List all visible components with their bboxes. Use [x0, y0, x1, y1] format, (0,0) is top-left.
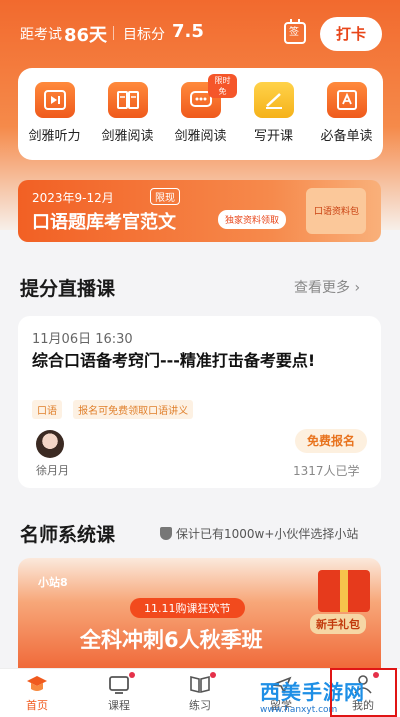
nav-practice[interactable]: 练习 [165, 672, 235, 713]
course-tag: 报名可免费领取口语讲义 [73, 400, 194, 419]
learner-count: 1317人已学 [293, 464, 360, 478]
banner-tag: 限现 [150, 188, 180, 205]
exam-countdown-label: 距考试 [20, 27, 62, 43]
nav-label: 课程 [108, 699, 130, 712]
nav-home[interactable]: 首页 [2, 673, 72, 713]
quick-nav-card: 剑雅听力 剑雅阅读 限时免 剑雅阅读 写开课 必备单读 [18, 68, 383, 160]
course-tag: 口语 [32, 400, 62, 419]
nav-courses[interactable]: 课程 [84, 672, 154, 713]
top-bar: 距考试 86天 目标分 7.5 签 打卡 [0, 0, 400, 62]
nav-label: 首页 [26, 699, 48, 712]
promo-brand: 小站8 [38, 576, 68, 589]
quick-nav-reading-2[interactable]: 限时免 剑雅阅读 [164, 74, 237, 144]
teacher-avatar [36, 430, 64, 458]
course-title: 综合口语备考窍门---精准打击备考要点! [32, 351, 316, 370]
tv-icon [108, 672, 135, 695]
checkin-button[interactable]: 打卡 [320, 17, 382, 51]
target-score-value[interactable]: 7.5 [172, 21, 204, 42]
teacher-name: 徐月月 [36, 464, 69, 477]
live-section-title: 提分直播课 [20, 278, 116, 300]
quick-nav-label: 剑雅阅读 [101, 129, 154, 144]
banner-claim-button[interactable]: 独家资料领取 [218, 210, 287, 229]
banner-date: 2023年9-12月 [32, 191, 114, 205]
book-open-icon [189, 672, 216, 695]
system-section-title: 名师系统课 [20, 524, 116, 546]
see-more-label: 查看更多 [294, 280, 350, 296]
nav-label: 练习 [189, 699, 211, 712]
speaking-banner[interactable]: 2023年9-12月 限现 口语题库考官范文 独家资料领取 口语资料包 [18, 180, 381, 242]
quick-nav-label: 剑雅阅读 [174, 129, 227, 144]
quick-nav-writing[interactable]: 写开课 [237, 82, 310, 144]
live-course-card[interactable]: 11月06日 16:30 综合口语备考窍门---精准打击备考要点! 口语 报名可… [18, 316, 381, 488]
quick-nav-label: 写开课 [253, 129, 293, 144]
gift-box-icon [318, 570, 370, 612]
target-score-label: 目标分 [123, 27, 165, 43]
guarantee-label: 保计已有1000w+小伙伴选择小站 [176, 527, 359, 541]
play-icon [34, 82, 75, 118]
calendar-char: 签 [289, 27, 299, 38]
newbie-gift-button[interactable]: 新手礼包 [310, 614, 366, 634]
banner-title: 口语题库考官范文 [32, 212, 176, 233]
quick-nav-label: 必备单读 [320, 129, 373, 144]
free-signup-button[interactable]: 免费报名 [295, 429, 367, 453]
vocab-icon [326, 82, 367, 118]
calendar-icon[interactable]: 签 [284, 19, 306, 44]
limited-badge: 限时免 [208, 74, 237, 98]
shield-icon [160, 527, 172, 540]
promo-subtitle: 11.11购课狂欢节 [130, 598, 245, 618]
see-more-link[interactable]: 查看更多 › [294, 277, 360, 297]
course-tags: 口语 报名可免费领取口语讲义 [32, 399, 199, 419]
course-time: 11月06日 16:30 [32, 332, 133, 347]
exam-countdown-value[interactable]: 86天 [64, 21, 107, 47]
promo-banner[interactable]: 小站8 11.11购课狂欢节 全科冲刺6人秋季班 新手礼包 [18, 558, 381, 668]
book-icon [107, 82, 148, 118]
gift-label: 口语资料包 [314, 207, 360, 217]
quick-nav-label: 剑雅听力 [28, 129, 81, 144]
divider [113, 26, 114, 40]
gift-package-icon: 口语资料包 [306, 188, 366, 234]
pencil-icon [253, 82, 294, 118]
promo-title: 全科冲刺6人秋季班 [80, 628, 263, 652]
quick-nav-vocab[interactable]: 必备单读 [310, 82, 383, 144]
guarantee-text: 保计已有1000w+小伙伴选择小站 [160, 525, 358, 542]
notification-dot [210, 672, 216, 678]
highlight-box [330, 668, 397, 717]
quick-nav-listening[interactable]: 剑雅听力 [18, 82, 91, 144]
notification-dot [129, 672, 135, 678]
chevron-right-icon: › [354, 280, 361, 296]
quick-nav-reading[interactable]: 剑雅阅读 [91, 82, 164, 144]
graduation-cap-icon [26, 673, 48, 695]
